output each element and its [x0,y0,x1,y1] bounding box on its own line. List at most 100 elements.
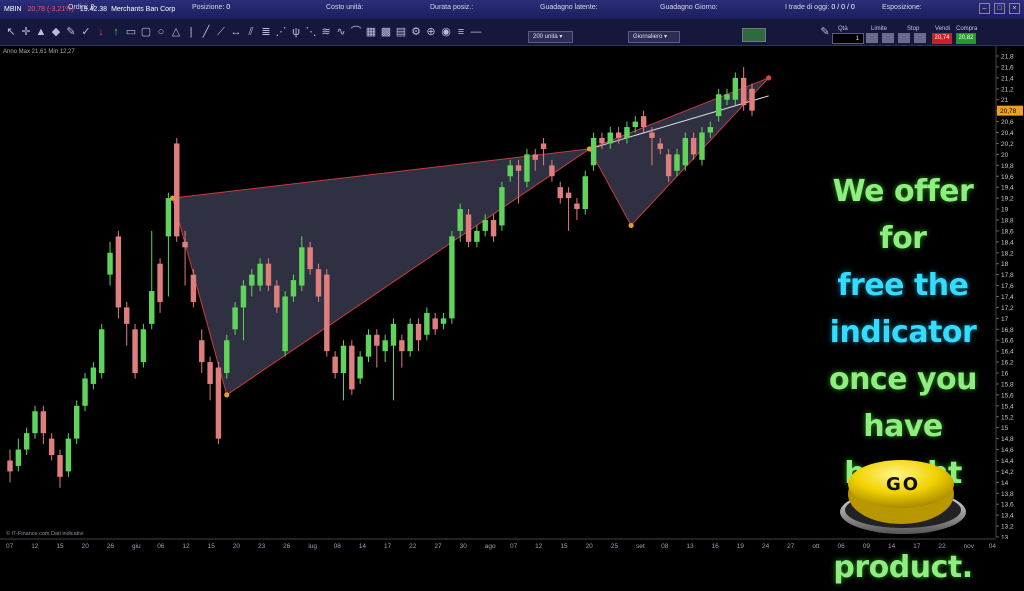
candle-body [90,367,97,384]
x-tick-label: 22 [409,543,417,550]
y-tick-label: 13,4 [1001,513,1014,520]
limit-buy-icon[interactable] [866,33,878,43]
candle-body [665,154,672,177]
minimize-icon[interactable]: – [979,3,990,14]
y-tick-label: 16,4 [1001,349,1014,356]
y-tick-label: 16,6 [1001,338,1014,345]
eye-icon[interactable]: ◉ [439,25,453,39]
field-position: Posizione: 0 [192,4,231,11]
y-tick-label: 21 [1001,97,1009,104]
check-icon[interactable]: ✓ [79,25,93,39]
fibonacci-icon[interactable]: ≣ [259,25,273,39]
y-tick-label: 13,2 [1001,524,1014,531]
y-tick-label: 21,4 [1001,75,1014,82]
y-tick-label: 13,8 [1001,491,1014,498]
pointer-icon[interactable]: ↖ [4,25,18,39]
regression-icon[interactable]: ≋ [319,25,333,39]
cycle-icon[interactable]: ∿ [334,25,348,39]
x-tick-label: 27 [434,543,442,550]
stop-buy-icon[interactable] [898,33,910,43]
pen-icon[interactable]: ✎ [64,25,78,39]
arc-icon[interactable]: ⌒ [349,25,363,39]
y-tick-label: 13,6 [1001,502,1014,509]
horizontal-line-icon[interactable]: ↔ [229,25,243,39]
y-tick-label: 14 [1001,480,1009,487]
triangle-outline-icon[interactable]: △ [169,25,183,39]
field-unit-cost: Costo unità: [326,4,364,11]
candle-body [174,143,180,237]
minus-icon[interactable]: ― [469,25,483,39]
candle-body [699,132,705,160]
candle-body [240,285,247,308]
candle-body [265,263,272,286]
buy-button[interactable]: 20,82 [956,33,976,44]
candle-body [199,340,205,363]
candle-body [7,460,13,472]
candle-body [565,192,572,199]
circle-icon[interactable]: ○ [154,25,168,39]
ray-icon[interactable]: ⟋ [214,25,228,39]
candle-body [599,137,605,144]
arrow-down-icon[interactable]: ↓ [94,25,108,39]
gann-icon[interactable]: ⋰ [274,25,288,39]
shape-icon[interactable]: ◆ [49,25,63,39]
candle-body [382,340,388,352]
limit-sell-icon[interactable] [882,33,894,43]
rectangle-icon[interactable]: ▭ [124,25,138,39]
candle-body [48,438,55,456]
period-select[interactable]: Giornaliero ▾ [628,31,680,43]
go-button-graphic [840,460,966,534]
settings-icon[interactable]: ⚙ [409,25,423,39]
candle-body [440,318,447,324]
x-tick-label: 07 [510,543,518,550]
x-tick-label: 14 [359,543,367,550]
candle-body [515,165,522,171]
y-tick-label: 20 [1001,152,1009,159]
pattern-icon[interactable]: ▩ [379,25,393,39]
candle-body [640,116,647,128]
candle-body [132,329,138,374]
stop-sell-icon[interactable] [914,33,926,43]
pitchfork-icon[interactable]: ψ [289,25,303,39]
x-tick-label: 26 [283,543,291,550]
field-orders: Ordini: 0 [68,4,95,11]
restore-icon[interactable]: □ [994,3,1005,14]
vertical-line-icon[interactable]: | [184,25,198,39]
ellipse-icon[interactable]: ▢ [139,25,153,39]
units-select[interactable]: 200 unità ▾ [528,31,573,43]
candle-body [465,214,472,242]
crosshair-icon[interactable]: ✛ [19,25,33,39]
candle-body [357,356,363,379]
zoom-icon[interactable]: ⊕ [424,25,438,39]
lines-icon[interactable]: ≡ [454,25,468,39]
candle-body [340,345,347,374]
y-tick-label: 20,2 [1001,141,1014,148]
calendar-icon[interactable]: ▤ [394,25,408,39]
y-tick-label: 17,6 [1001,283,1014,290]
close-icon[interactable]: × [1009,3,1020,14]
triangle-icon[interactable]: ▲ [34,25,48,39]
candle-body [624,127,630,138]
qty-input[interactable]: 1 [832,33,864,44]
promo-line: free the [837,268,969,303]
x-tick-label: set [636,543,645,550]
x-tick-label: 06 [157,543,165,550]
candle-body [399,340,405,352]
x-tick-label: 30 [460,543,468,550]
candle-body [82,378,88,406]
go-button[interactable]: GO [836,456,970,538]
candle-body [524,154,530,182]
sell-button[interactable]: 20,74 [932,33,952,44]
symbol-label[interactable]: MBIN [4,6,22,13]
trendline-icon[interactable]: ╱ [199,25,213,39]
y-tick-label: 19,6 [1001,174,1014,181]
arrow-up-icon[interactable]: ↑ [109,25,123,39]
grid-icon[interactable]: ▦ [364,25,378,39]
field-today-trades: I trade di oggi: 0 / 0 / 0 [785,4,855,11]
fan-icon[interactable]: ⋱ [304,25,318,39]
promo-line: We offer for [832,174,974,256]
edit-order-icon[interactable]: ✎ [818,25,832,39]
channel-icon[interactable]: ⫽ [244,25,258,39]
chart-style-icon[interactable] [742,28,766,42]
candle-body [40,411,47,434]
